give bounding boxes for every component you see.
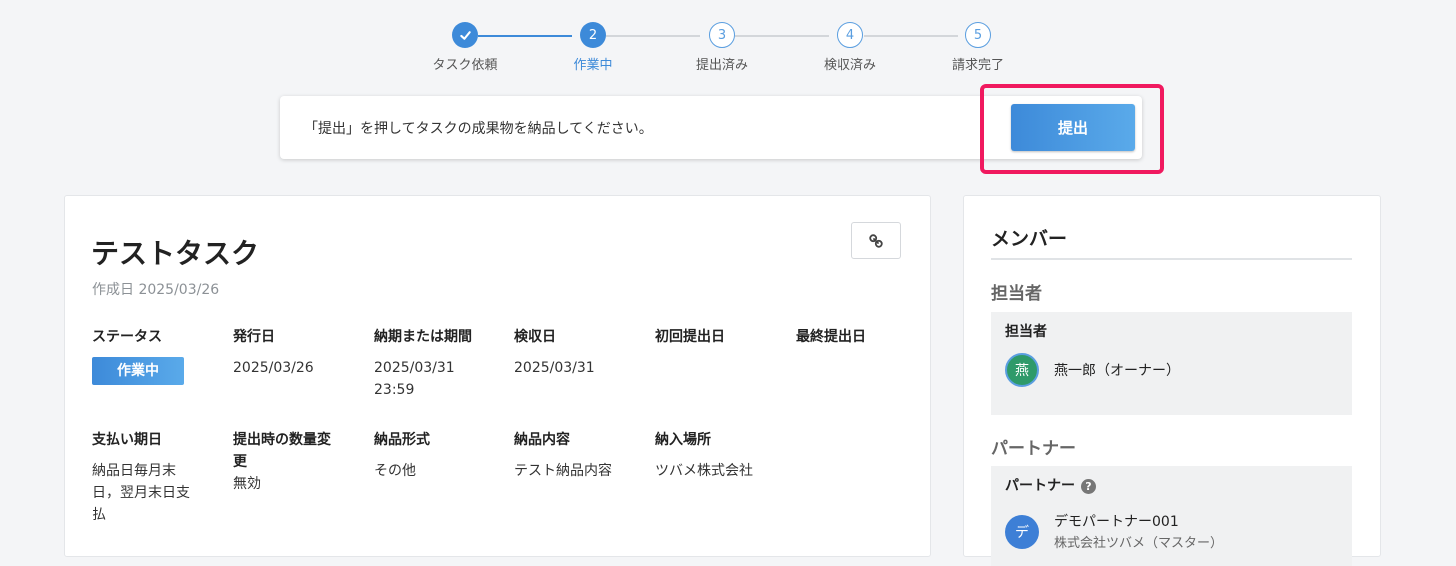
qty-change-label-line: 提出時の数量変 xyxy=(233,432,331,448)
task-title: テストタスク xyxy=(91,237,260,270)
link-icon xyxy=(869,233,883,248)
assignee-section-title: 担当者 xyxy=(991,284,1042,304)
field-label: 検収日 xyxy=(514,329,556,345)
field-delivery-format: 納品形式 その他 xyxy=(374,429,504,482)
divider xyxy=(991,258,1352,260)
payment-due-line: 払 xyxy=(92,507,106,523)
field-label: ステータス xyxy=(92,329,162,345)
assignee-name: 燕一郎（オーナー） xyxy=(1054,363,1180,379)
step-number: 2 xyxy=(580,22,606,48)
assignee-box-label: 担当者 xyxy=(1005,324,1047,340)
step-number: 3 xyxy=(709,22,735,48)
step-label: 提出済み xyxy=(695,58,748,73)
payment-due-line: 納品日毎月末 xyxy=(92,463,176,479)
partner-company: 株式会社ツバメ（マスター） xyxy=(1054,536,1224,551)
field-first-submit: 初回提出日 xyxy=(655,326,785,348)
field-value: 無効 xyxy=(233,476,261,492)
field-label: 提出時の数量変 更 xyxy=(233,429,363,473)
payment-due-line: 日，翌月末日支 xyxy=(92,485,190,501)
avatar: 燕 xyxy=(1005,353,1039,387)
avatar-initial: 燕 xyxy=(1015,363,1029,379)
created-date: 作成日 2025/03/26 xyxy=(92,282,220,298)
field-acceptance-date: 検収日 2025/03/31 xyxy=(514,326,644,379)
step-submitted: 3 提出済み xyxy=(657,20,787,73)
step-label: 作業中 xyxy=(573,58,613,73)
field-delivery-place: 納入場所 ツバメ株式会社 xyxy=(655,429,785,482)
partner-label-text: パートナー xyxy=(1005,478,1075,494)
step-number: 5 xyxy=(965,22,991,48)
step-invoiced: 5 請求完了 xyxy=(913,20,1043,73)
field-value: その他 xyxy=(374,463,416,479)
deadline-time: 23:59 xyxy=(374,382,415,398)
field-label: 納入場所 xyxy=(655,432,711,448)
field-payment-due: 支払い期日 納品日毎月末 日，翌月末日支 払 xyxy=(92,429,222,526)
step-in-progress: 2 作業中 xyxy=(528,20,658,73)
partner-box-label: パートナー? xyxy=(1005,475,1096,495)
progress-stepper: タスク依頼 2 作業中 3 提出済み 4 検収済み 5 請求完了 xyxy=(0,20,1456,80)
field-label: 納品形式 xyxy=(374,432,430,448)
step-accepted: 4 検収済み xyxy=(785,20,915,73)
field-value: テスト納品内容 xyxy=(514,463,612,479)
field-last-submit: 最終提出日 xyxy=(796,326,926,348)
qty-change-label-line: 更 xyxy=(233,454,247,470)
field-delivery-content: 納品内容 テスト納品内容 xyxy=(514,429,644,482)
field-label: 最終提出日 xyxy=(796,329,866,345)
partner-box: パートナー? デ デモパートナー001 株式会社ツバメ（マスター） xyxy=(991,466,1352,566)
field-value: ツバメ株式会社 xyxy=(655,463,753,479)
partner-section-title: パートナー xyxy=(991,439,1076,459)
field-issue-date: 発行日 2025/03/26 xyxy=(233,326,363,379)
deadline-date: 2025/03/31 xyxy=(374,360,455,376)
submit-button[interactable]: 提出 xyxy=(1011,104,1135,151)
field-value: 2025/03/31 23:59 xyxy=(374,357,504,401)
members-title: メンバー xyxy=(991,228,1068,250)
partner-name: デモパートナー001 xyxy=(1054,514,1179,530)
step-label: 請求完了 xyxy=(951,58,1004,73)
field-label: 支払い期日 xyxy=(92,432,162,448)
field-status: ステータス 作業中 xyxy=(92,326,222,385)
status-badge: 作業中 xyxy=(92,357,184,385)
assignee-box: 担当者 燕 燕一郎（オーナー） xyxy=(991,312,1352,415)
field-qty-change: 提出時の数量変 更 無効 xyxy=(233,429,363,495)
step-label: タスク依頼 xyxy=(432,58,498,73)
step-label: 検収済み xyxy=(823,58,876,73)
step-number: 4 xyxy=(837,22,863,48)
help-icon[interactable]: ? xyxy=(1081,478,1096,494)
field-value: 2025/03/26 xyxy=(233,360,314,376)
avatar: デ xyxy=(1005,515,1039,549)
field-value: 2025/03/31 xyxy=(514,360,595,376)
check-icon xyxy=(452,22,478,48)
members-card: メンバー 担当者 担当者 燕 燕一郎（オーナー） パートナー パートナー? デ … xyxy=(963,195,1381,566)
field-deadline: 納期または期間 2025/03/31 23:59 xyxy=(374,326,504,401)
field-label: 発行日 xyxy=(233,329,275,345)
field-value: 納品日毎月末 日，翌月末日支 払 xyxy=(92,460,222,526)
copy-link-button[interactable] xyxy=(851,222,901,259)
field-label: 初回提出日 xyxy=(655,329,725,345)
avatar-initial: デ xyxy=(1015,525,1029,541)
field-label: 納期または期間 xyxy=(374,329,472,345)
task-detail-card: テストタスク 作成日 2025/03/26 ステータス 作業中 発行日 2025… xyxy=(64,195,931,557)
submit-instruction: 「提出」を押してタスクの成果物を納品してください。 xyxy=(304,121,653,137)
field-label: 納品内容 xyxy=(514,432,570,448)
step-task-request: タスク依頼 xyxy=(400,20,530,73)
